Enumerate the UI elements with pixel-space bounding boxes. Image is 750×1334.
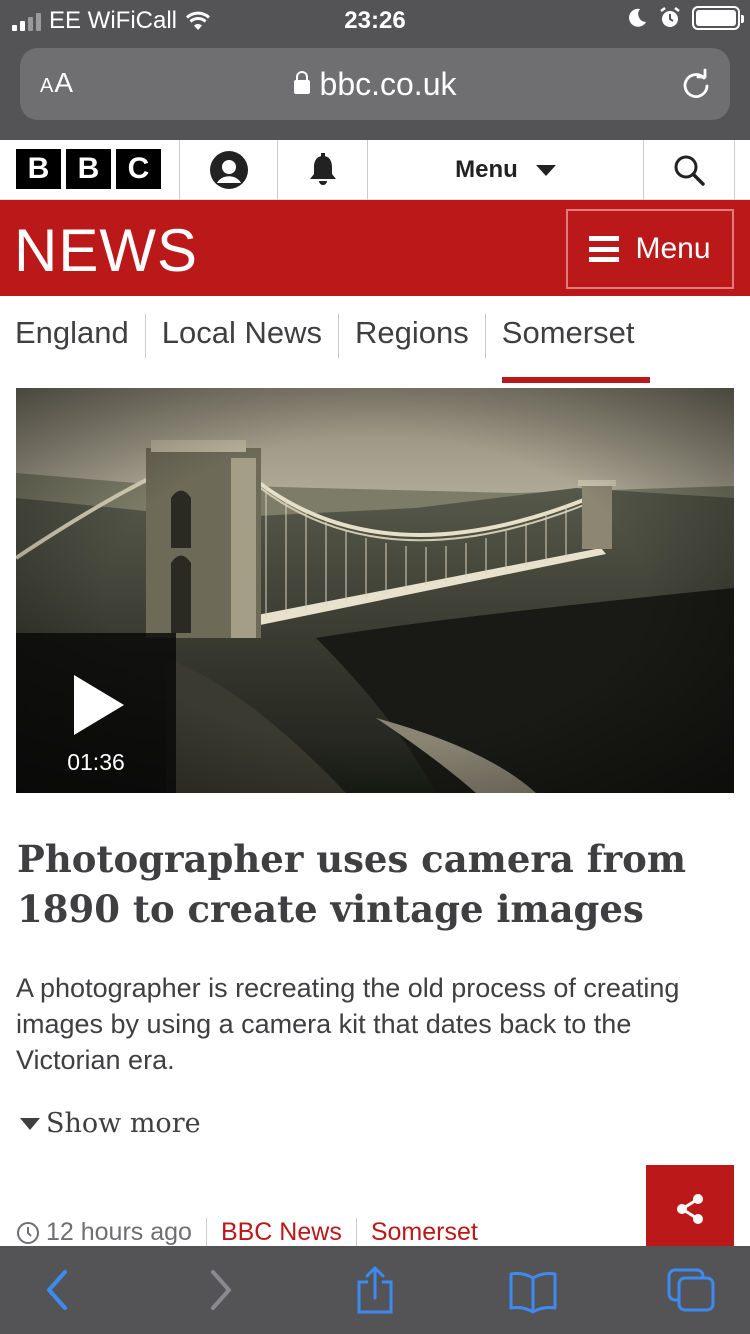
do-not-disturb-icon <box>629 8 646 27</box>
battery-icon <box>692 6 744 30</box>
hamburger-icon <box>589 236 620 262</box>
bbc-logo-letter: C <box>116 149 161 189</box>
article-summary: A photographer is recreating the old pro… <box>16 973 680 1075</box>
back-icon[interactable] <box>33 1266 85 1314</box>
clock-icon <box>17 1221 39 1244</box>
article-headline: Photographer uses camera from 1890 to cr… <box>17 837 686 931</box>
account-icon <box>209 151 248 189</box>
status-bar: EE WiFiCall 23:26 <box>0 0 750 40</box>
news-menu-button[interactable]: Menu <box>566 209 734 289</box>
news-logo[interactable]: NEWS <box>14 216 198 285</box>
url-text: bbc.co.uk <box>319 66 457 102</box>
show-more-button[interactable]: Show more <box>20 1108 201 1139</box>
bbc-logo[interactable]: B B C <box>16 149 161 189</box>
bell-icon <box>309 153 336 185</box>
article-source-link[interactable]: BBC News <box>207 1218 357 1247</box>
alarm-icon <box>660 7 680 27</box>
search-icon <box>674 155 705 186</box>
bookmarks-icon[interactable] <box>507 1266 559 1314</box>
masthead-menu-label: Menu <box>455 156 518 183</box>
account-button[interactable] <box>179 140 277 200</box>
tabs-icon[interactable] <box>665 1266 717 1314</box>
play-icon <box>74 675 124 735</box>
search-button[interactable] <box>643 140 735 200</box>
share-button[interactable] <box>646 1165 734 1253</box>
play-button[interactable]: 01:36 <box>16 633 176 793</box>
nav-item-local-news[interactable]: Local News <box>162 314 340 358</box>
share-icon <box>677 1194 703 1224</box>
video-duration: 01:36 <box>67 749 125 775</box>
nav-item-regions[interactable]: Regions <box>355 314 486 358</box>
triangle-down-icon <box>20 1117 40 1130</box>
nav-item-england[interactable]: England <box>15 314 146 358</box>
section-navigation: England Local News Regions Somerset <box>0 296 750 383</box>
bbc-logo-letter: B <box>16 149 61 189</box>
masthead-menu-button[interactable]: Menu <box>367 140 643 200</box>
article-topic-link[interactable]: Somerset <box>357 1218 492 1247</box>
browser-toolbar <box>0 1246 750 1334</box>
news-menu-label: Menu <box>635 232 711 265</box>
lock-icon <box>293 71 310 94</box>
browser-chrome: EE WiFiCall 23:26 AA bbc.co.uk <box>0 0 750 140</box>
nav-item-somerset[interactable]: Somerset <box>501 314 651 383</box>
article-meta: 12 hours ago BBC News Somerset <box>16 1218 492 1247</box>
share-sheet-icon[interactable] <box>349 1266 401 1314</box>
show-more-label: Show more <box>46 1108 201 1139</box>
article-timestamp: 12 hours ago <box>46 1218 192 1246</box>
notifications-button[interactable] <box>277 140 367 200</box>
forward-icon[interactable] <box>193 1266 245 1314</box>
reload-icon[interactable] <box>680 68 712 100</box>
address-bar[interactable]: AA bbc.co.uk <box>20 48 730 120</box>
video-player[interactable]: 01:36 <box>16 388 734 793</box>
chevron-down-icon <box>535 164 556 176</box>
bbc-masthead: B B C Menu <box>0 140 750 200</box>
bbc-logo-letter: B <box>66 149 111 189</box>
news-header: NEWS Menu <box>0 200 750 296</box>
